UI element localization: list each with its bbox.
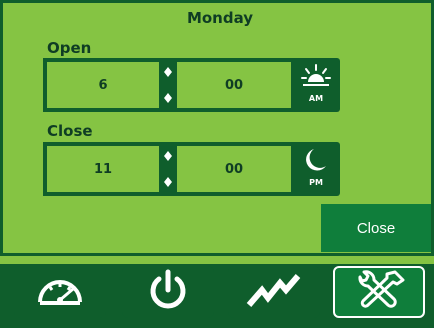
open-hour-value: 6 xyxy=(98,77,108,93)
up-arrow-icon[interactable] xyxy=(164,151,172,161)
down-arrow-icon[interactable] xyxy=(164,177,172,187)
schedule-panel: Monday Open 6 00 AM Close 11 00 PM Close xyxy=(0,0,434,256)
bottom-nav-bar xyxy=(0,256,434,328)
open-label: Open xyxy=(47,39,92,57)
open-period-label: AM xyxy=(308,94,324,103)
open-minute-field[interactable]: 00 xyxy=(173,58,295,112)
close-hour-value: 11 xyxy=(93,161,113,177)
close-button[interactable]: Close xyxy=(321,204,431,252)
open-minute-value: 00 xyxy=(224,77,244,93)
close-am-pm-toggle[interactable]: PM xyxy=(292,142,340,196)
down-arrow-icon[interactable] xyxy=(164,93,172,103)
settings-screen: Monday Open 6 00 AM Close 11 00 PM Close xyxy=(0,0,434,328)
day-title: Monday xyxy=(186,9,254,27)
open-hour-field[interactable]: 6 xyxy=(43,58,163,112)
speedometer-icon xyxy=(34,272,86,312)
up-arrow-icon[interactable] xyxy=(164,67,172,77)
nav-trend-button[interactable] xyxy=(228,266,320,318)
close-label: Close xyxy=(47,122,93,140)
power-icon xyxy=(148,269,188,315)
nav-dashboard-button[interactable] xyxy=(14,266,106,318)
close-minute-field[interactable]: 00 xyxy=(173,142,295,196)
close-hour-field[interactable]: 11 xyxy=(43,142,163,196)
open-am-pm-toggle[interactable]: AM xyxy=(292,58,340,112)
close-minute-value: 00 xyxy=(224,161,244,177)
nav-power-button[interactable] xyxy=(122,266,214,318)
trend-icon xyxy=(246,272,302,312)
close-period-label: PM xyxy=(309,178,323,187)
tools-icon xyxy=(351,269,407,315)
nav-settings-button[interactable] xyxy=(333,266,425,318)
sunrise-icon xyxy=(301,64,331,96)
moon-icon xyxy=(305,148,327,178)
